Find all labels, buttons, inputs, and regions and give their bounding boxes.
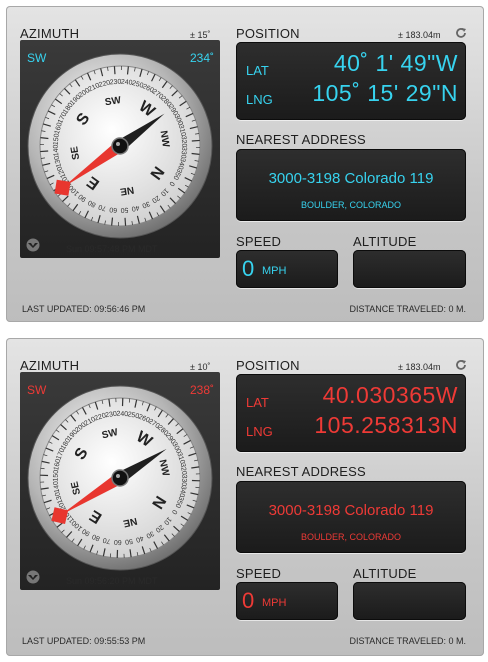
altitude-display (353, 582, 466, 620)
compass-dial: 0102030405060708090100110120130140150160… (27, 385, 213, 571)
last-updated: LAST UPDATED: 09:55:53 PM (22, 636, 146, 646)
azimuth-label: AZIMUTH (20, 358, 80, 373)
pivot-highlight (116, 474, 120, 478)
last-updated: LAST UPDATED: 09:56:46 PM (22, 304, 146, 314)
lng-value: 105.258313N (314, 412, 458, 438)
position-display: LAT 40˚ 1' 49"W LNG 105˚ 15' 29"N (236, 42, 466, 120)
speed-value: 0 (242, 588, 255, 613)
lat-value: 40.030365W (322, 382, 458, 408)
azimuth-accuracy: ± 15˚ (190, 30, 211, 40)
distance-traveled: DISTANCE TRAVELED: 0 M. (349, 304, 466, 314)
compass-timestamp: Sun 09:56:20 PM MDT (66, 576, 158, 586)
pivot-highlight (116, 142, 120, 146)
nearest-address-label: NEAREST ADDRESS (236, 132, 366, 147)
intercardinal-label: SE (69, 145, 82, 160)
speed-label: SPEED (236, 566, 282, 581)
lng-label: LNG (246, 92, 273, 107)
speed-unit: MPH (262, 265, 287, 277)
gps-panel-1: AZIMUTH ± 15˚ SW 234˚ 0 10 20 30 40 50 60 70 80 9… (6, 6, 484, 322)
needle-pivot (111, 137, 129, 155)
speed-display: 0 MPH (236, 582, 338, 620)
address-display: 3000-3198 Colorado 119 BOULDER, COLORADO (236, 481, 466, 553)
nearest-address-label: NEAREST ADDRESS (236, 464, 366, 479)
address-display: 3000-3198 Colorado 119 BOULDER, COLORADO (236, 149, 466, 221)
refresh-icon[interactable] (455, 359, 467, 371)
intercardinal-label: NE (119, 184, 135, 197)
altitude-label: ALTITUDE (353, 234, 417, 249)
compass-dial: 0102030405060708090100110120130140150160… (27, 53, 213, 239)
distance-traveled: DISTANCE TRAVELED: 0 M. (349, 636, 466, 646)
speed-unit: MPH (262, 597, 287, 609)
compass-display: SW 238˚ 0 10 20 30 40 50 60 70 80 90 100 110 120 130 1… (20, 372, 220, 590)
address-line-2: BOULDER, COLORADO (300, 200, 402, 210)
speed-value: 0 (242, 256, 255, 281)
address-line-1: 3000-3198 Colorado 119 (268, 502, 434, 519)
altitude-label: ALTITUDE (353, 566, 417, 581)
lat-label: LAT (246, 395, 269, 410)
speed-label: SPEED (236, 234, 282, 249)
azimuth-accuracy: ± 10˚ (190, 362, 211, 372)
app-logo-icon[interactable] (26, 238, 40, 252)
degree-label: 50 (124, 537, 133, 545)
position-accuracy: ± 183.04m (398, 362, 441, 372)
refresh-icon[interactable] (455, 27, 467, 39)
address-line-1: 3000-3198 Colorado 119 (268, 170, 434, 187)
degree-label: 60 (109, 205, 118, 213)
degree-label: 50 (120, 206, 128, 214)
degree-label: 60 (114, 538, 122, 545)
app-logo-icon[interactable] (26, 570, 40, 584)
needle-marker (54, 179, 71, 196)
compass-timestamp: Sun 09:57:48 PM MDT (66, 244, 158, 254)
compass-display: SW 234˚ 01020304050607080901001101201301… (20, 40, 220, 258)
gps-panel-2: AZIMUTH ± 10˚ SW 238˚ 0 10 20 30 40 50 60 70 80 9… (6, 338, 484, 656)
position-label: POSITION (236, 26, 300, 41)
lng-label: LNG (246, 424, 273, 439)
speed-display: 0 MPH (236, 250, 338, 288)
azimuth-label: AZIMUTH (20, 26, 80, 41)
position-accuracy: ± 183.04m (398, 30, 441, 40)
lng-value: 105˚ 15' 29"N (312, 80, 458, 106)
lat-label: LAT (246, 63, 269, 78)
position-label: POSITION (236, 358, 300, 373)
address-line-2: BOULDER, COLORADO (300, 532, 402, 542)
position-display: LAT 40.030365W LNG 105.258313N (236, 374, 466, 452)
lat-value: 40˚ 1' 49"W (333, 50, 458, 76)
altitude-display (353, 250, 466, 288)
needle-pivot (111, 469, 129, 487)
